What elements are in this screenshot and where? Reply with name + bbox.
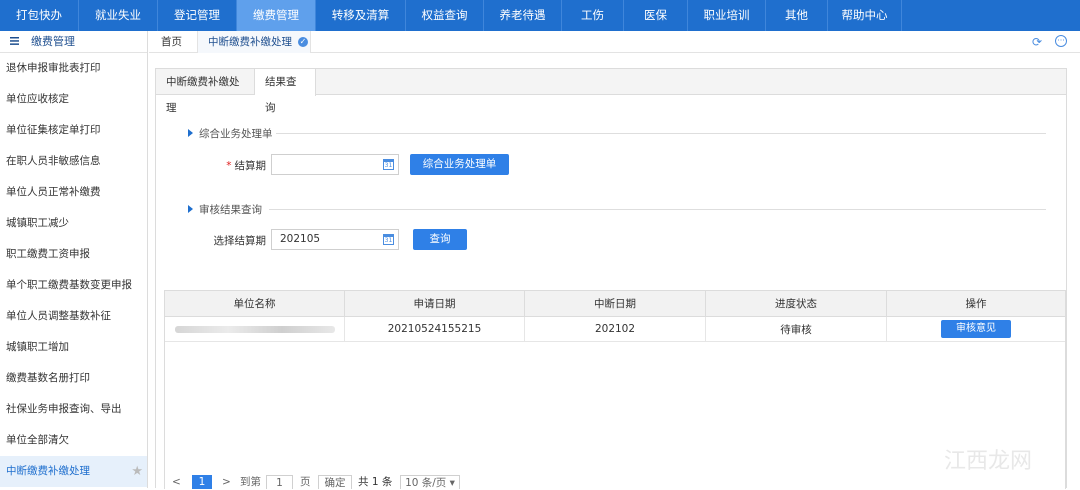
tab-current-label: 中断缴费补缴处理 [208, 36, 292, 48]
tab-bar: 首页 中断缴费补缴处理 ✓ ⟳ ··· [149, 31, 1080, 53]
column-header: 操作 [965, 298, 987, 310]
sidebar-item[interactable]: 退休申报审批表打印 [0, 53, 147, 84]
result-table: 单位名称 申请日期 中断日期 进度状态 操作 20210524155215 20… [164, 290, 1066, 489]
tab-home[interactable]: 首页 [161, 31, 182, 53]
pagination: < 1 > 到第 1 页 确定 共 1 条 10 条/页 ▾ [164, 475, 1066, 489]
triangle-icon [188, 205, 193, 213]
nav-item-peixun[interactable]: 职业培训 [688, 0, 766, 31]
sidebar-item[interactable]: 单位应收核定 [0, 84, 147, 115]
section-title-query: 审核结果查询 [188, 202, 262, 217]
nav-item-qita[interactable]: 其他 [766, 0, 828, 31]
prev-page-button[interactable]: < [172, 475, 181, 489]
sidebar-item[interactable]: 单个职工缴费基数变更申报 [0, 270, 147, 301]
table-row: 20210524155215 202102 待审核 审核意见 [165, 317, 1065, 342]
query-button[interactable]: 查询 [413, 229, 467, 250]
settle-period-label-text: 结算期 [234, 160, 267, 172]
sidebar-item-label: 中断缴费补缴处理 [6, 465, 90, 477]
confirm-button[interactable]: 确定 [318, 475, 352, 489]
sidebar-item[interactable]: 单位全部清欠 [0, 425, 147, 456]
sidebar-item[interactable]: 单位人员正常补缴费 [0, 177, 147, 208]
sidebar-header: 缴费管理 [0, 31, 147, 53]
section-title-text: 审核结果查询 [199, 204, 262, 216]
sidebar-item[interactable]: 职工缴费工资申报 [0, 239, 147, 270]
nav-item-dengji[interactable]: 登记管理 [158, 0, 237, 31]
settle-period-input[interactable] [271, 154, 399, 175]
cell-unit-name [165, 317, 345, 341]
settle-period-label: * 结算期 [196, 158, 266, 173]
triangle-icon [188, 129, 193, 137]
column-header: 中断日期 [525, 291, 706, 316]
sidebar-item[interactable]: 单位人员调整基数补征 [0, 301, 147, 332]
sidebar-item[interactable]: 城镇职工增加 [0, 332, 147, 363]
select-period-input[interactable]: 202105 [271, 229, 399, 250]
page-size-value: 10 条/页 [405, 477, 447, 489]
sidebar-item-active[interactable]: 中断缴费补缴处理 ★ [0, 456, 147, 487]
page-unit-label: 页 [300, 476, 311, 488]
calendar-icon[interactable]: 31 [383, 234, 394, 245]
subtab-process[interactable]: 中断缴费补缴处理 [156, 69, 255, 114]
cell-break-date: 202102 [525, 317, 706, 341]
section-title-form: 综合业务处理单 [188, 126, 273, 141]
sidebar-item[interactable]: 单位征集核定单打印 [0, 115, 147, 146]
sub-tabs: 中断缴费补缴处理 结果查询 [156, 69, 1066, 114]
nav-item-gongshang[interactable]: 工伤 [562, 0, 624, 31]
nav-item-quanyi[interactable]: 权益查询 [406, 0, 484, 31]
goto-label: 到第 [240, 476, 261, 488]
page-input[interactable]: 1 [266, 475, 293, 489]
column-header: 申请日期 [345, 291, 525, 316]
more-icon[interactable]: ··· [1055, 35, 1067, 47]
section-divider [276, 133, 1046, 134]
top-nav: 打包快办 就业失业 登记管理 缴费管理 转移及清算 权益查询 养老待遇 工伤 医… [0, 0, 1080, 31]
table-header: 单位名称 申请日期 中断日期 进度状态 操作 [165, 291, 1065, 317]
sidebar-item[interactable]: 在职人员非敏感信息 [0, 146, 147, 177]
tab-current[interactable]: 中断缴费补缴处理 ✓ [197, 31, 311, 53]
subtab-result[interactable]: 结果查询 [255, 69, 316, 114]
chevron-down-icon: ▾ [449, 477, 455, 489]
nav-item-bangzhu[interactable]: 帮助中心 [828, 0, 902, 31]
select-period-label: 选择结算期 [213, 235, 267, 247]
sidebar-title: 缴费管理 [31, 34, 75, 48]
sidebar-item[interactable]: 社保业务申报查询、导出 [0, 394, 147, 425]
cell-apply-date: 20210524155215 [345, 317, 525, 341]
star-icon[interactable]: ★ [131, 456, 143, 487]
column-header: 单位名称 [165, 291, 345, 316]
review-opinion-button[interactable]: 审核意见 [941, 320, 1011, 338]
sidebar: 缴费管理 退休申报审批表打印 单位应收核定 单位征集核定单打印 在职人员非敏感信… [0, 31, 148, 488]
required-mark: * [226, 160, 232, 172]
nav-item-zhuanyi[interactable]: 转移及清算 [316, 0, 406, 31]
column-header: 进度状态 [706, 291, 887, 316]
section-title-text: 综合业务处理单 [199, 128, 273, 140]
menu-icon[interactable] [10, 31, 19, 53]
nav-item-dabao[interactable]: 打包快办 [0, 0, 79, 31]
form-button[interactable]: 综合业务处理单 [410, 154, 509, 175]
nav-item-jiuye[interactable]: 就业失业 [79, 0, 158, 31]
content-panel: 中断缴费补缴处理 结果查询 综合业务处理单 * 结算期 31 综合业务处理单 审核… [155, 68, 1067, 489]
check-icon: ✓ [298, 37, 308, 47]
blurred-unit-name [174, 325, 335, 333]
section-divider [269, 209, 1046, 210]
sidebar-item[interactable]: 城镇职工减少 [0, 208, 147, 239]
cell-status: 待审核 [706, 317, 887, 341]
page-number[interactable]: 1 [192, 475, 212, 489]
nav-item-yanglao[interactable]: 养老待遇 [484, 0, 562, 31]
total-count: 共 1 条 [358, 476, 393, 488]
page-size-select[interactable]: 10 条/页 ▾ [400, 475, 460, 489]
sidebar-item[interactable]: 缴费基数名册打印 [0, 363, 147, 394]
cell-action: 审核意见 [887, 317, 1065, 341]
calendar-icon[interactable]: 31 [383, 159, 394, 170]
watermark-text: 江西龙网 [944, 449, 1033, 474]
nav-item-yibao[interactable]: 医保 [624, 0, 688, 31]
nav-item-jiaofei[interactable]: 缴费管理 [237, 0, 316, 31]
refresh-icon[interactable]: ⟳ [1032, 35, 1042, 49]
next-page-button[interactable]: > [222, 475, 231, 489]
